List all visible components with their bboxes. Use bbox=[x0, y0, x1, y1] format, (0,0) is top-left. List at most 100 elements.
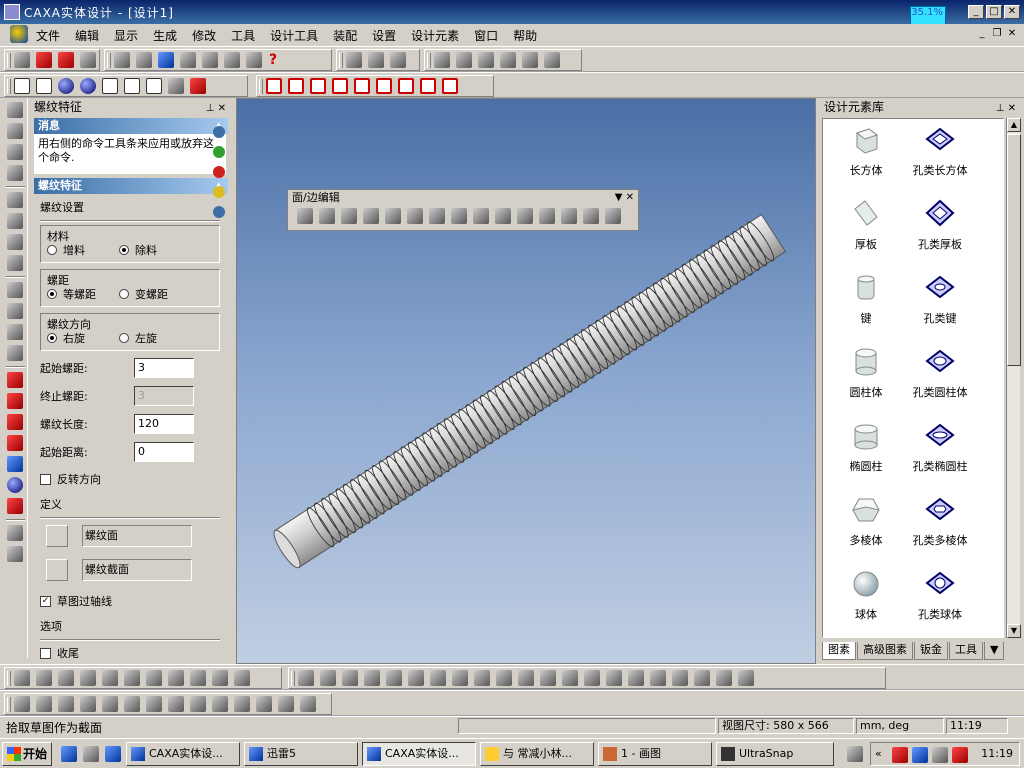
face-rotate-icon[interactable] bbox=[451, 208, 467, 224]
tab-advanced-primitives[interactable]: 高级图素 bbox=[857, 642, 913, 660]
menu-assembly[interactable]: 装配 bbox=[333, 27, 357, 44]
tray-security-icon[interactable] bbox=[952, 747, 968, 763]
sweep-icon[interactable] bbox=[7, 435, 23, 451]
grid-icon[interactable] bbox=[544, 52, 560, 68]
design-tool-1-icon[interactable] bbox=[346, 52, 362, 68]
thread-face-pick-button[interactable] bbox=[46, 525, 68, 547]
view-dim-icon[interactable] bbox=[420, 78, 436, 94]
constraint-perpendicular-icon[interactable] bbox=[36, 696, 52, 712]
pan-icon[interactable] bbox=[434, 52, 450, 68]
tray-volume-icon[interactable] bbox=[932, 747, 948, 763]
sphere-tool-icon[interactable] bbox=[7, 477, 23, 493]
mdi-close-button[interactable]: ✕ bbox=[1006, 28, 1018, 40]
reverse-direction-checkbox[interactable]: 反转方向 bbox=[40, 469, 220, 489]
polygon-icon[interactable] bbox=[452, 670, 468, 686]
lib-item-key-hole[interactable]: 孔类键 bbox=[897, 273, 983, 326]
lib-item-cuboid-hole[interactable]: 孔类长方体 bbox=[897, 125, 983, 178]
thread-section-pick-button[interactable] bbox=[46, 559, 68, 581]
circle-2pt-icon[interactable] bbox=[496, 670, 512, 686]
arc-3pt-icon[interactable] bbox=[584, 670, 600, 686]
menu-design-elements[interactable]: 设计元素 bbox=[411, 27, 459, 44]
fit-icon[interactable] bbox=[7, 234, 23, 250]
constraint-symmetric-icon[interactable] bbox=[234, 696, 250, 712]
look-icon[interactable] bbox=[500, 52, 516, 68]
menu-settings[interactable]: 设置 bbox=[372, 27, 396, 44]
menu-tools[interactable]: 工具 bbox=[231, 27, 255, 44]
cut-icon[interactable] bbox=[158, 52, 174, 68]
constraint-equal-icon[interactable] bbox=[168, 696, 184, 712]
thread-length-input[interactable]: 120 bbox=[134, 414, 194, 434]
open-folder-icon[interactable] bbox=[58, 52, 74, 68]
menu-help[interactable]: 帮助 bbox=[513, 27, 537, 44]
zoom-icon[interactable] bbox=[7, 192, 23, 208]
undo-icon[interactable] bbox=[114, 52, 130, 68]
radio-add-material[interactable]: 增料 bbox=[47, 242, 119, 258]
ellipse-icon[interactable] bbox=[540, 670, 556, 686]
ie-icon[interactable] bbox=[61, 746, 77, 762]
view-tri-icon[interactable] bbox=[442, 78, 458, 94]
library-pin-close[interactable]: ⊥ ✕ bbox=[996, 100, 1016, 118]
document-icon[interactable] bbox=[10, 25, 28, 43]
realistic-icon[interactable] bbox=[80, 78, 96, 94]
face-move-icon[interactable] bbox=[341, 208, 357, 224]
rectangle-icon[interactable] bbox=[408, 670, 424, 686]
help-question-icon[interactable]: ? bbox=[269, 52, 277, 68]
walk-icon[interactable] bbox=[478, 52, 494, 68]
cancel-icon[interactable] bbox=[213, 166, 225, 178]
constraint-fix-icon[interactable] bbox=[212, 696, 228, 712]
info-icon[interactable] bbox=[213, 206, 225, 218]
panel-icon[interactable] bbox=[168, 78, 184, 94]
pick-icon[interactable] bbox=[7, 345, 23, 361]
radio-variable-pitch[interactable]: 变螺距 bbox=[119, 286, 191, 302]
color-icon[interactable] bbox=[190, 78, 206, 94]
face-scissors-icon[interactable] bbox=[561, 208, 577, 224]
tab-tools[interactable]: 工具 bbox=[949, 642, 983, 660]
arc-center-icon[interactable] bbox=[628, 670, 644, 686]
zoom-window-icon[interactable] bbox=[7, 213, 23, 229]
face-offset-icon[interactable] bbox=[319, 208, 335, 224]
render-icon[interactable] bbox=[522, 52, 538, 68]
face-match-icon[interactable] bbox=[517, 208, 533, 224]
light-icon[interactable] bbox=[7, 303, 23, 319]
tray-expand-icon[interactable]: « bbox=[875, 743, 882, 765]
arc-icon[interactable] bbox=[562, 670, 578, 686]
rotate-icon[interactable] bbox=[456, 52, 472, 68]
sketch-rotate-icon[interactable] bbox=[58, 670, 74, 686]
constraint-coincident-icon[interactable] bbox=[278, 696, 294, 712]
orbit-icon[interactable] bbox=[7, 123, 23, 139]
point-icon[interactable] bbox=[364, 670, 380, 686]
constraint-midpoint-icon[interactable] bbox=[256, 696, 272, 712]
lib-item-sphere-hole[interactable]: 孔类球体 bbox=[897, 569, 983, 622]
design-tool-2-icon[interactable] bbox=[368, 52, 384, 68]
camera-icon[interactable] bbox=[7, 282, 23, 298]
arc-tangent-icon[interactable] bbox=[606, 670, 622, 686]
quick-launch-icon[interactable] bbox=[83, 746, 99, 762]
constraint-tangent-icon[interactable] bbox=[146, 696, 162, 712]
tray-qq-icon[interactable] bbox=[892, 747, 908, 763]
sketch-extend-icon[interactable] bbox=[190, 670, 206, 686]
iso-view-icon[interactable] bbox=[124, 78, 140, 94]
maximize-button[interactable]: □ bbox=[986, 5, 1002, 19]
face-replace-icon[interactable] bbox=[539, 208, 555, 224]
feature-section-title[interactable]: 螺纹特征 ▲ bbox=[34, 178, 228, 194]
settings-icon[interactable] bbox=[213, 186, 225, 198]
copy-icon[interactable] bbox=[180, 52, 196, 68]
constraint-collinear-icon[interactable] bbox=[300, 696, 316, 712]
apply-icon[interactable] bbox=[213, 146, 225, 158]
wireframe-icon[interactable] bbox=[14, 78, 30, 94]
move-icon[interactable] bbox=[7, 102, 23, 118]
view-top-icon[interactable] bbox=[354, 78, 370, 94]
task-caxa-1[interactable]: CAXA实体设... bbox=[126, 742, 240, 766]
thread-section-field[interactable]: 螺纹截面 bbox=[82, 559, 192, 581]
library-scrollbar[interactable]: ▲ ▼ bbox=[1006, 118, 1021, 638]
start-distance-input[interactable]: 0 bbox=[134, 442, 194, 462]
save-icon[interactable] bbox=[80, 52, 96, 68]
view-front-icon[interactable] bbox=[266, 78, 282, 94]
new-file-icon[interactable] bbox=[14, 52, 30, 68]
face-delete-icon[interactable] bbox=[495, 208, 511, 224]
mdi-restore-button[interactable]: ❐ bbox=[991, 28, 1003, 40]
extrude-icon[interactable] bbox=[7, 393, 23, 409]
task-ultrasnap[interactable]: UltraSnap bbox=[716, 742, 834, 766]
start-button[interactable]: 开始 bbox=[2, 742, 52, 766]
shaded-icon[interactable] bbox=[58, 78, 74, 94]
